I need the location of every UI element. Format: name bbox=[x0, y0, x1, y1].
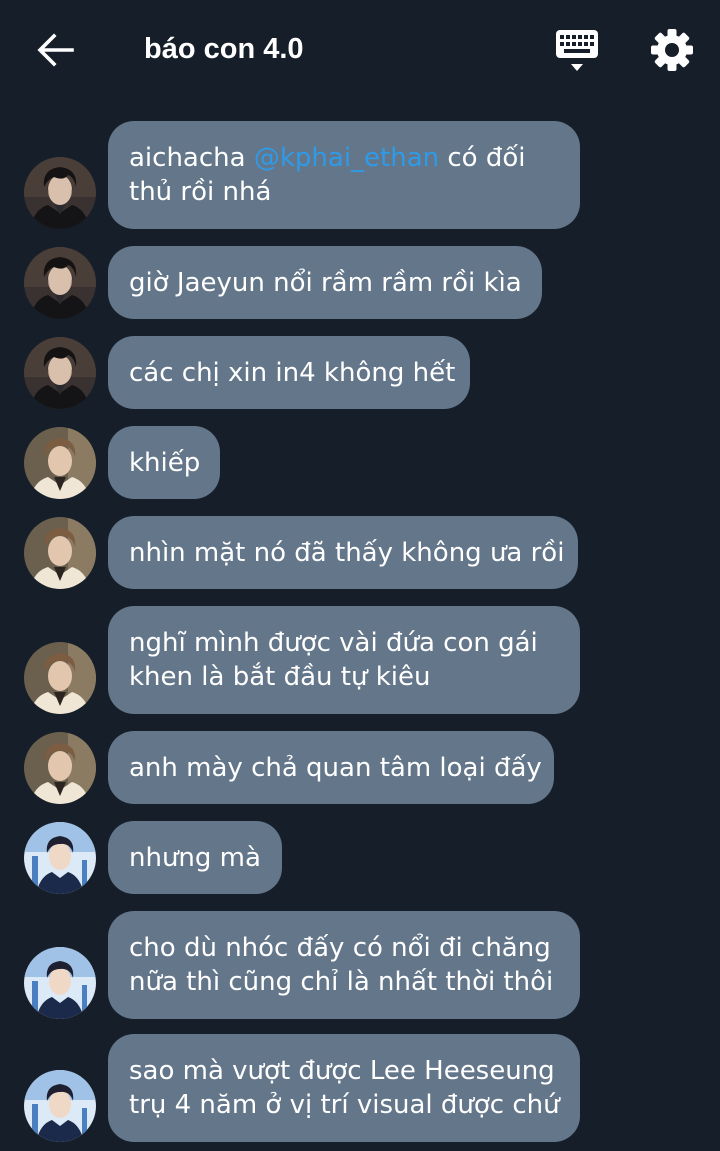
message-text-line: nhưng mà bbox=[129, 842, 261, 873]
gear-icon bbox=[651, 29, 693, 71]
user-mention[interactable]: @kphai_ethan bbox=[254, 143, 439, 173]
message-row: nhìn mặt nó đã thấy không ưa rồi bbox=[0, 516, 720, 589]
message-text-line: anh mày chả quan tâm loại đấy bbox=[129, 752, 542, 783]
message-bubble[interactable]: giờ Jaeyun nổi rầm rầm rồi kìa bbox=[108, 246, 542, 319]
message-bubble[interactable]: nghĩ mình được vài đứa con gái khen là b… bbox=[108, 606, 580, 714]
message-bubble[interactable]: nhìn mặt nó đã thấy không ưa rồi bbox=[108, 516, 578, 589]
message-text-line: aichacha @kphai_ethan có đối bbox=[129, 143, 526, 173]
message-bubble[interactable]: aichacha @kphai_ethan có đối thủ rồi nhá bbox=[108, 121, 580, 229]
message-row: aichacha @kphai_ethan có đối thủ rồi nhá bbox=[0, 121, 720, 229]
message-row: sao mà vượt được Lee Heeseung trụ 4 năm … bbox=[0, 1034, 720, 1142]
message-text-line: cho dù nhóc đấy có nổi đi chăng bbox=[129, 933, 551, 963]
message-row: các chị xin in4 không hết bbox=[0, 336, 720, 409]
avatar[interactable] bbox=[24, 517, 96, 589]
message-text-line: nữa thì cũng chỉ là nhất thời thôi bbox=[129, 967, 554, 997]
avatar[interactable] bbox=[24, 822, 96, 894]
message-row: nhưng mà bbox=[0, 821, 720, 894]
message-row: khiếp bbox=[0, 426, 720, 499]
message-row: nghĩ mình được vài đứa con gái khen là b… bbox=[0, 606, 720, 714]
avatar[interactable] bbox=[24, 337, 96, 409]
chat-title: báo con 4.0 bbox=[144, 33, 304, 65]
message-text-line: các chị xin in4 không hết bbox=[129, 357, 456, 388]
message-text-line: sao mà vượt được Lee Heeseung bbox=[129, 1056, 555, 1086]
message-bubble[interactable]: anh mày chả quan tâm loại đấy bbox=[108, 731, 554, 804]
message-bubble[interactable]: cho dù nhóc đấy có nổi đi chăng nữa thì … bbox=[108, 911, 580, 1019]
avatar[interactable] bbox=[24, 1070, 96, 1142]
avatar[interactable] bbox=[24, 427, 96, 499]
avatar[interactable] bbox=[24, 642, 96, 714]
avatar[interactable] bbox=[24, 157, 96, 229]
message-text-line: nhìn mặt nó đã thấy không ưa rồi bbox=[129, 537, 565, 568]
avatar[interactable] bbox=[24, 947, 96, 1019]
keyboard-icon bbox=[556, 30, 598, 71]
settings-button[interactable] bbox=[646, 24, 698, 76]
arrow-left-icon bbox=[37, 33, 74, 67]
message-text-line: trụ 4 năm ở vị trí visual được chứ bbox=[129, 1090, 560, 1120]
message-bubble[interactable]: sao mà vượt được Lee Heeseung trụ 4 năm … bbox=[108, 1034, 580, 1142]
avatar[interactable] bbox=[24, 732, 96, 804]
message-text-line: khen là bắt đầu tự kiêu bbox=[129, 662, 431, 692]
back-button[interactable] bbox=[34, 30, 78, 70]
message-text-line: khiếp bbox=[129, 447, 201, 478]
message-row: cho dù nhóc đấy có nổi đi chăng nữa thì … bbox=[0, 911, 720, 1019]
keyboard-button[interactable] bbox=[550, 26, 604, 76]
avatar[interactable] bbox=[24, 247, 96, 319]
top-bar: báo con 4.0 bbox=[0, 0, 720, 100]
message-text-line: giờ Jaeyun nổi rầm rầm rồi kìa bbox=[129, 267, 522, 298]
message-text-line: thủ rồi nhá bbox=[129, 177, 272, 207]
message-row: giờ Jaeyun nổi rầm rầm rồi kìa bbox=[0, 246, 720, 319]
message-bubble[interactable]: khiếp bbox=[108, 426, 220, 499]
message-text-line: nghĩ mình được vài đứa con gái bbox=[129, 628, 538, 658]
message-row: anh mày chả quan tâm loại đấy bbox=[0, 731, 720, 804]
message-bubble[interactable]: các chị xin in4 không hết bbox=[108, 336, 470, 409]
message-bubble[interactable]: nhưng mà bbox=[108, 821, 282, 894]
